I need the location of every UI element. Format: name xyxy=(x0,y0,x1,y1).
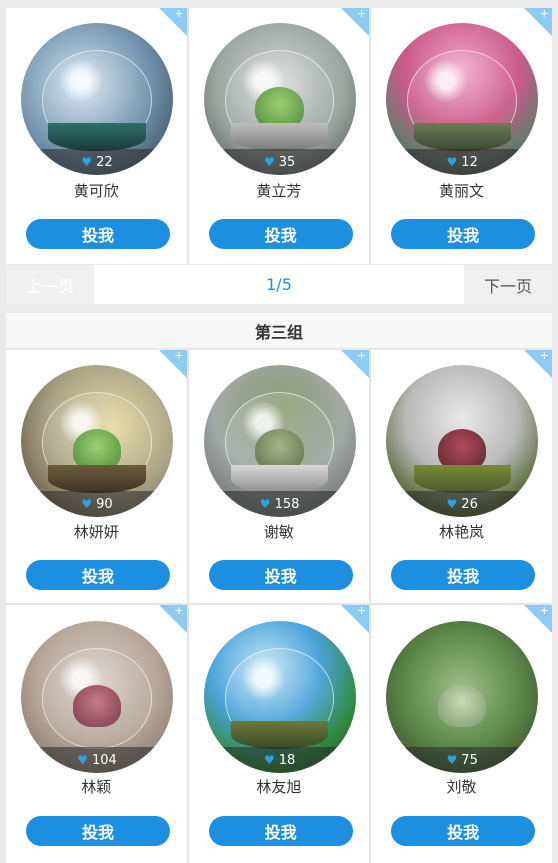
like-count-bar: ♥ 35 xyxy=(203,149,356,175)
like-count-bar: ♥ 12 xyxy=(386,149,539,175)
plus-icon: + xyxy=(174,350,184,362)
entry-photo[interactable]: ♥ 158 xyxy=(203,365,356,517)
heart-icon: ♥ xyxy=(81,497,93,511)
entry-name: 林妍妍 xyxy=(73,523,119,541)
page-indicator: 1/5 xyxy=(266,275,292,294)
vote-button[interactable]: 投我 xyxy=(208,219,353,249)
like-count-bar: ♥ 104 xyxy=(21,747,173,773)
heart-icon: ♥ xyxy=(446,155,458,169)
like-count: 18 xyxy=(278,752,296,768)
vote-button[interactable]: 投我 xyxy=(391,816,536,846)
like-count-bar: ♥ 90 xyxy=(21,491,173,517)
entry-photo[interactable]: ♥ 75 xyxy=(386,621,539,773)
entry-photo[interactable]: ♥ 22 xyxy=(21,23,173,175)
pager: 上一页 1/5 下一页 xyxy=(6,265,552,304)
entries-row: + ♥ 90 林妍妍 投我 + ♥ 158 谢敏 投我 + ♥ 26 林艳岚 投… xyxy=(6,350,552,603)
plus-icon: + xyxy=(356,605,367,617)
entry-card: + ♥ 12 黄丽文 投我 xyxy=(371,8,552,264)
heart-icon: ♥ xyxy=(446,753,458,767)
entry-name: 黄丽文 xyxy=(438,182,484,200)
top-entries-grid: + ♥ 22 黄可欣 投我 + ♥ 35 黄立芳 投我 + ♥ 12 黄丽文 投… xyxy=(6,8,552,264)
plus-icon: + xyxy=(174,8,184,20)
like-count-bar: ♥ 75 xyxy=(386,747,539,773)
entries-row: + ♥ 104 林颖 投我 + ♥ 18 林友旭 投我 + ♥ 75 刘敬 投我 xyxy=(6,605,552,863)
like-count: 90 xyxy=(96,496,113,512)
like-count: 12 xyxy=(461,154,478,170)
group3-grid: + ♥ 90 林妍妍 投我 + ♥ 158 谢敏 投我 + ♥ 26 林艳岚 投… xyxy=(6,350,552,863)
vote-button[interactable]: 投我 xyxy=(208,816,353,846)
entry-name: 林颖 xyxy=(81,778,112,796)
vote-button[interactable]: 投我 xyxy=(208,560,353,590)
next-page-button[interactable]: 下一页 xyxy=(464,265,552,304)
like-count: 104 xyxy=(91,752,117,768)
plus-icon: + xyxy=(356,8,367,20)
plus-icon: + xyxy=(174,605,184,617)
vote-button[interactable]: 投我 xyxy=(391,219,536,249)
vote-button[interactable]: 投我 xyxy=(26,816,170,846)
heart-icon: ♥ xyxy=(263,753,275,767)
entry-photo[interactable]: ♥ 35 xyxy=(203,23,356,175)
vote-button[interactable]: 投我 xyxy=(391,560,536,590)
entry-photo[interactable]: ♥ 18 xyxy=(203,621,356,773)
like-count: 75 xyxy=(461,752,478,768)
like-count-bar: ♥ 18 xyxy=(203,747,356,773)
entry-card: + ♥ 26 林艳岚 投我 xyxy=(371,350,552,603)
heart-icon: ♥ xyxy=(263,155,275,169)
entry-name: 黄可欣 xyxy=(73,182,119,200)
entry-card: + ♥ 35 黄立芳 投我 xyxy=(188,8,370,264)
like-count-bar: ♥ 22 xyxy=(21,149,173,175)
heart-icon: ♥ xyxy=(446,497,458,511)
entry-card: + ♥ 104 林颖 投我 xyxy=(6,605,187,863)
prev-page-button[interactable]: 上一页 xyxy=(6,265,94,304)
entry-card: + ♥ 158 谢敏 投我 xyxy=(188,350,370,603)
entry-name: 谢敏 xyxy=(263,523,294,541)
group-title: 第三组 xyxy=(6,313,552,349)
entry-card: + ♥ 90 林妍妍 投我 xyxy=(6,350,187,603)
heart-icon: ♥ xyxy=(259,497,271,511)
entry-name: 黄立芳 xyxy=(256,182,302,200)
plus-icon: + xyxy=(539,350,549,362)
entry-name: 林艳岚 xyxy=(438,523,484,541)
like-count: 22 xyxy=(96,154,113,170)
plus-icon: + xyxy=(539,605,549,617)
like-count: 158 xyxy=(274,496,300,512)
entry-photo[interactable]: ♥ 26 xyxy=(386,365,539,517)
like-count: 26 xyxy=(461,496,478,512)
entry-name: 刘敬 xyxy=(446,778,477,796)
plus-icon: + xyxy=(539,8,549,20)
like-count: 35 xyxy=(278,154,296,170)
entry-card: + ♥ 75 刘敬 投我 xyxy=(371,605,552,863)
heart-icon: ♥ xyxy=(77,753,88,767)
like-count-bar: ♥ 26 xyxy=(386,491,539,517)
entry-card: + ♥ 18 林友旭 投我 xyxy=(188,605,370,863)
entry-photo[interactable]: ♥ 12 xyxy=(386,23,539,175)
plus-icon: + xyxy=(356,350,367,362)
heart-icon: ♥ xyxy=(81,155,93,169)
entry-name: 林友旭 xyxy=(256,778,302,796)
entry-photo[interactable]: ♥ 90 xyxy=(21,365,173,517)
vote-button[interactable]: 投我 xyxy=(26,219,170,249)
like-count-bar: ♥ 158 xyxy=(203,491,356,517)
vote-button[interactable]: 投我 xyxy=(26,560,170,590)
entry-photo[interactable]: ♥ 104 xyxy=(21,621,173,773)
entry-card: + ♥ 22 黄可欣 投我 xyxy=(6,8,187,264)
entries-row: + ♥ 22 黄可欣 投我 + ♥ 35 黄立芳 投我 + ♥ 12 黄丽文 投… xyxy=(6,8,552,264)
